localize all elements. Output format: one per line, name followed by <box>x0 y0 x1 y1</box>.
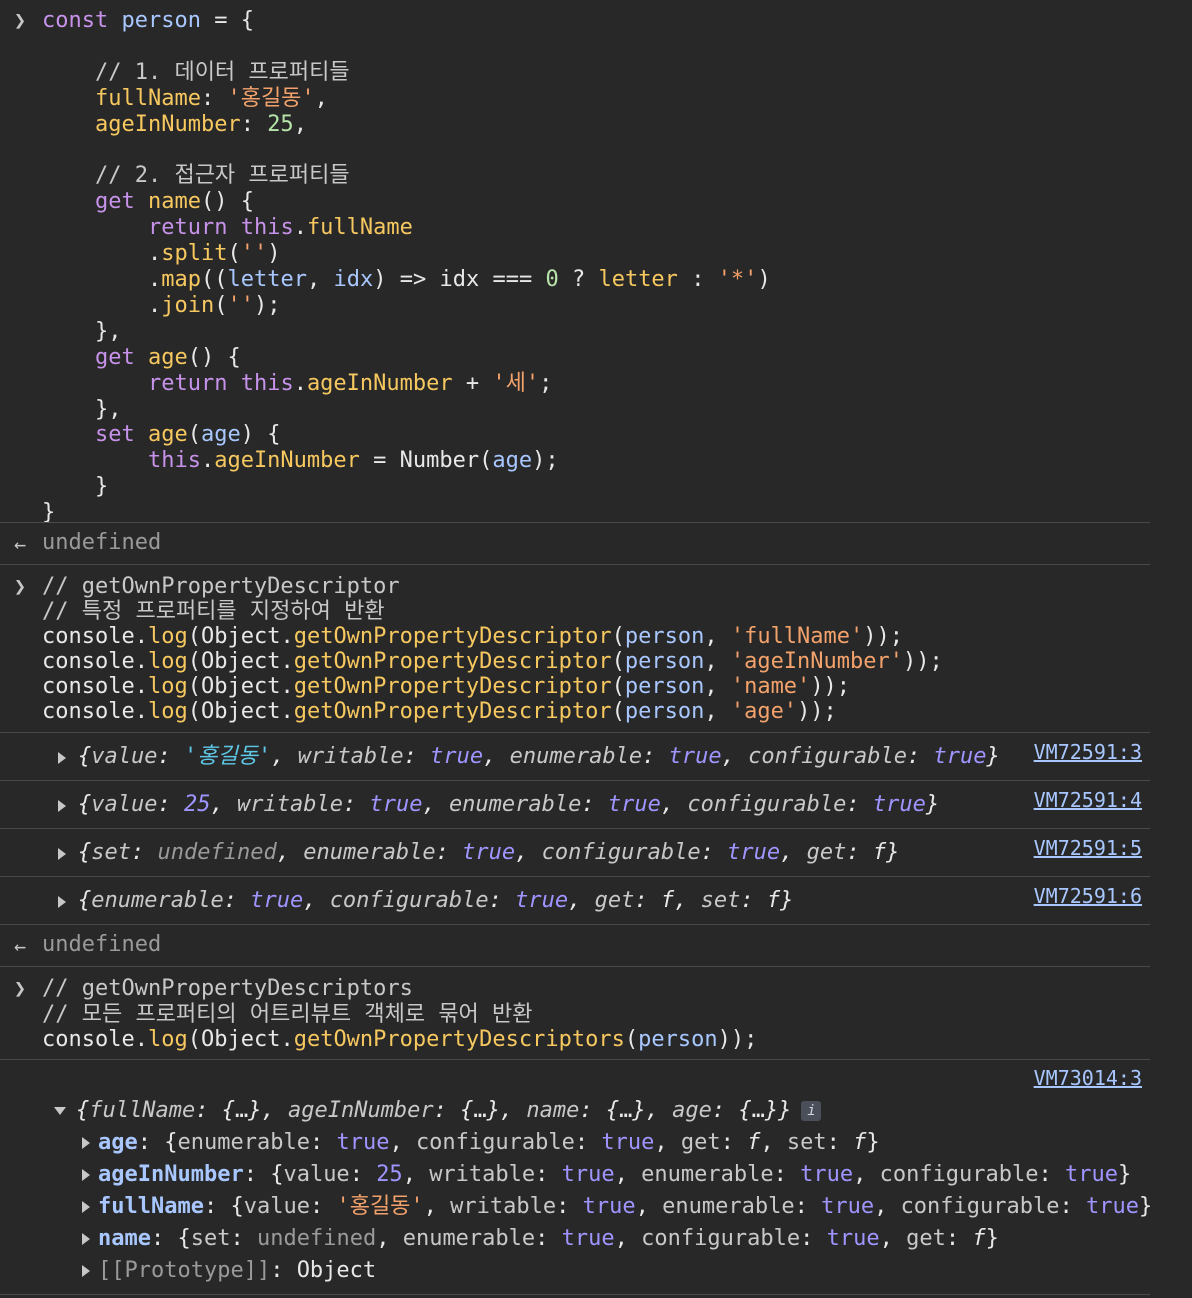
log-object-preview[interactable]: {value: 25, writable: true, enumerable: … <box>78 792 939 817</box>
code-line: const person = { <box>42 8 254 33</box>
tree-property-row[interactable]: ageInNumber: {value: 25, writable: true,… <box>82 1162 1131 1187</box>
console-result-2: ← undefined <box>0 932 1192 962</box>
log-object-preview[interactable]: {enumerable: true, configurable: true, g… <box>78 888 793 913</box>
expand-triangle-icon[interactable] <box>58 800 66 812</box>
source-link[interactable]: VM73014:3 <box>1034 1066 1142 1090</box>
expand-triangle-icon[interactable] <box>82 1201 90 1213</box>
log-entry[interactable]: {value: '홍길동', writable: true, enumerabl… <box>0 733 1192 781</box>
code-line: console.log(Object.getOwnPropertyDescrip… <box>42 649 943 674</box>
code-line: .split('') <box>147 241 281 267</box>
collapse-triangle-icon[interactable] <box>54 1107 66 1115</box>
code-line: // getOwnPropertyDescriptors <box>42 976 413 1001</box>
log-object-preview[interactable]: {value: '홍길동', writable: true, enumerabl… <box>78 744 1000 769</box>
code-line: } <box>94 474 109 500</box>
code-line: get age() { <box>94 344 241 370</box>
expand-triangle-icon[interactable] <box>82 1137 90 1149</box>
return-arrow-icon: ← <box>14 532 27 556</box>
code-line: .join(''); <box>147 292 281 318</box>
expand-triangle-icon[interactable] <box>58 848 66 860</box>
code-line: get name() { <box>94 189 254 215</box>
expand-triangle-icon[interactable] <box>58 752 66 764</box>
divider <box>0 564 1150 565</box>
code-line: console.log(Object.getOwnPropertyDescrip… <box>42 1027 758 1052</box>
divider <box>0 924 1150 925</box>
result-value: undefined <box>42 530 162 555</box>
return-arrow-icon: ← <box>14 934 27 958</box>
code-line: console.log(Object.getOwnPropertyDescrip… <box>42 624 904 649</box>
code-line: fullName: '홍길동', <box>94 85 328 111</box>
info-icon[interactable]: i <box>801 1101 822 1121</box>
console-input-3[interactable]: ❯ // getOwnPropertyDescriptors// 모든 프로퍼티… <box>0 976 1192 1056</box>
log-entry[interactable]: {enumerable: true, configurable: true, g… <box>0 877 1192 925</box>
log-entry[interactable]: {set: undefined, enumerable: true, confi… <box>0 829 1192 877</box>
expand-triangle-icon[interactable] <box>82 1169 90 1181</box>
code-line: }, <box>94 318 122 344</box>
expand-triangle-icon[interactable] <box>82 1233 90 1245</box>
code-line: // 1. 데이터 프로퍼티들 <box>42 59 350 85</box>
prompt-chevron-icon: ❯ <box>14 976 27 1000</box>
prompt-chevron-icon: ❯ <box>14 8 27 32</box>
code-line: return this.fullName <box>147 215 413 241</box>
log-object-preview[interactable]: {set: undefined, enumerable: true, confi… <box>78 840 899 865</box>
code-line: // getOwnPropertyDescriptor <box>42 574 400 599</box>
expand-triangle-icon[interactable] <box>58 896 66 908</box>
code-line: return this.ageInNumber + '세'; <box>147 370 553 396</box>
result-value: undefined <box>42 932 162 957</box>
log-entry-3: VM73014:3 {fullName: {…}, ageInNumber: {… <box>0 1060 1192 1296</box>
tree-property-row[interactable]: [[Prototype]]: Object <box>82 1258 376 1283</box>
tree-property-row[interactable]: age: {enumerable: true, configurable: tr… <box>82 1130 880 1155</box>
code-line: // 2. 접근자 프로퍼티들 <box>42 163 350 189</box>
code-line: console.log(Object.getOwnPropertyDescrip… <box>42 674 851 699</box>
code-line: this.ageInNumber = Number(age); <box>147 448 559 474</box>
expand-triangle-icon[interactable] <box>82 1265 90 1277</box>
tree-property-row[interactable]: name: {set: undefined, enumerable: true,… <box>82 1226 999 1251</box>
code-line: console.log(Object.getOwnPropertyDescrip… <box>42 699 837 724</box>
console-input-1[interactable]: ❯ const person = { // 1. 데이터 프로퍼티들 fullN… <box>0 0 1192 525</box>
source-link[interactable]: VM72591:6 <box>1034 884 1142 908</box>
console-result-1: ← undefined <box>0 530 1192 560</box>
source-link[interactable]: VM72591:4 <box>1034 788 1142 812</box>
code-line: .map((letter, idx) => idx === 0 ? letter… <box>147 267 771 292</box>
source-link[interactable]: VM72591:5 <box>1034 836 1142 860</box>
code-line: // 특정 프로퍼티를 지정하여 반환 <box>42 599 385 624</box>
code-line: }, <box>94 396 122 422</box>
divider <box>0 1294 1150 1295</box>
divider <box>0 522 1150 523</box>
code-line: ageInNumber: 25, <box>94 111 307 137</box>
console-input-2[interactable]: ❯ // getOwnPropertyDescriptor// 특정 프로퍼티를… <box>0 574 1192 729</box>
code-line: set age(age) { <box>94 422 281 448</box>
divider <box>0 966 1150 967</box>
log-entry[interactable]: {value: 25, writable: true, enumerable: … <box>0 781 1192 829</box>
tree-property-row[interactable]: fullName: {value: '홍길동', writable: true,… <box>82 1194 1152 1219</box>
prompt-chevron-icon: ❯ <box>14 574 27 598</box>
source-link[interactable]: VM72591:3 <box>1034 740 1142 764</box>
object-summary[interactable]: {fullName: {…}, ageInNumber: {…}, name: … <box>54 1098 822 1123</box>
code-line: // 모든 프로퍼티의 어트리뷰트 객체로 묶어 반환 <box>42 1001 533 1027</box>
